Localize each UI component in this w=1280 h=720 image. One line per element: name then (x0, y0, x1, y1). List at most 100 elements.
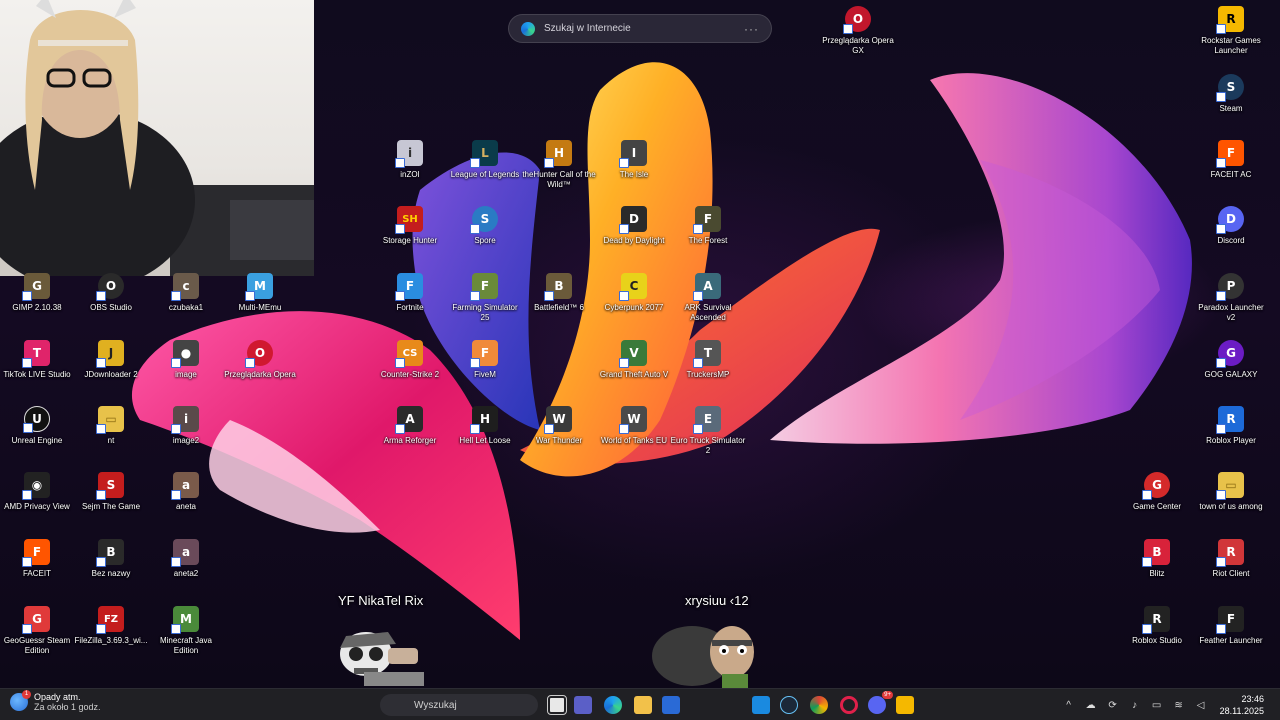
clock-date: 28.11.2025 (1219, 706, 1264, 716)
unreal-engine-icon: U (23, 406, 50, 433)
league-of-legends-icon: L (470, 140, 498, 168)
desktop-icon-roblox-studio[interactable]: R Roblox Studio (1119, 606, 1195, 646)
desktop-icon-spore[interactable]: S Spore (447, 206, 523, 246)
feather-icon: F (1216, 606, 1244, 634)
desktop-icon-feather[interactable]: F Feather Launcher (1193, 606, 1269, 646)
volume-icon[interactable]: ◁ (1195, 699, 1207, 711)
desktop-icon-town-of-us[interactable]: ▭ town of us among (1193, 472, 1269, 512)
sync-icon[interactable]: ⟳ (1107, 699, 1119, 711)
icon-label: OBS Studio (90, 303, 132, 312)
arma-reforger-icon: A (395, 406, 423, 434)
desktop-icon-thehunter[interactable]: H theHunter Call of the Wild™ (521, 140, 597, 190)
desktop-icon-steam[interactable]: S Steam (1193, 74, 1269, 114)
desktop-icon-storage-hunter[interactable]: SH Storage Hunter (372, 206, 448, 246)
cloud-icon[interactable]: ☁ (1085, 699, 1097, 711)
desktop-icon-cs2[interactable]: CS Counter-Strike 2 (372, 340, 448, 380)
desktop-icon-nt[interactable]: ▭ nt (73, 406, 149, 446)
world-of-tanks-icon: W (619, 406, 647, 434)
store-icon[interactable] (662, 696, 680, 714)
desktop-icon-ets2[interactable]: E Euro Truck Simulator 2 (670, 406, 746, 456)
desktop-icon-blitz[interactable]: B Blitz (1119, 539, 1195, 579)
more-options-icon[interactable]: ··· (744, 22, 759, 36)
desktop-icon-opera-gx[interactable]: O Przeglądarka Opera GX (820, 6, 896, 56)
desktop-icon-unreal[interactable]: U Unreal Engine (0, 406, 75, 446)
steam-taskbar-icon[interactable] (780, 696, 798, 714)
icon-label: JDownloader 2 (84, 370, 138, 379)
war-thunder-icon: W (544, 406, 572, 434)
desktop-icon-fivem[interactable]: F FiveM (447, 340, 523, 380)
desktop-icon-roblox-player[interactable]: R Roblox Player (1193, 406, 1269, 446)
wifi-icon[interactable]: ≋ (1173, 699, 1185, 711)
tiktok-icon: T (22, 340, 50, 368)
desktop-icon-image2[interactable]: i image2 (148, 406, 224, 446)
desktop-icon-paradox[interactable]: P Paradox Launcher v2 (1193, 273, 1269, 323)
desktop-icon-wot[interactable]: W World of Tanks EU (596, 406, 672, 446)
desktop-icon-tiktok-live[interactable]: T TikTok LIVE Studio (0, 340, 75, 380)
minecraft-icon: M (171, 606, 199, 634)
icon-label: Roblox Studio (1132, 636, 1182, 645)
desktop-icon-aneta[interactable]: a aneta (148, 472, 224, 512)
desktop-icon-arma[interactable]: A Arma Reforger (372, 406, 448, 446)
teams-icon[interactable] (574, 696, 592, 714)
desktop-icon-riot-client[interactable]: R Riot Client (1193, 539, 1269, 579)
icon-label: inZOI (400, 170, 420, 179)
desktop-icon-lol[interactable]: L League of Legends (447, 140, 523, 180)
taskbar-search[interactable]: Wyszukaj (380, 694, 538, 716)
chevron-up-icon[interactable]: ^ (1063, 699, 1075, 711)
discord-taskbar-icon[interactable]: 9+ (868, 691, 893, 714)
desktop-icon-ark[interactable]: A ARK Survival Ascended (670, 273, 746, 323)
desktop-icon-inzoi[interactable]: i inZOI (372, 140, 448, 180)
desktop-icon-fortnite[interactable]: F Fortnite (372, 273, 448, 313)
desktop-icon-czubaka1[interactable]: c czubaka1 (148, 273, 224, 313)
icon-label: image (175, 370, 197, 379)
clock[interactable]: 23:46 28.11.2025 (1220, 693, 1264, 717)
chrome-icon[interactable] (810, 696, 828, 714)
desktop-icon-truckersmp[interactable]: T TruckersMP (670, 340, 746, 380)
desktop-icon-gimp[interactable]: G GIMP 2.10.38 (0, 273, 75, 313)
desktop-icon-filezilla[interactable]: FZ FileZilla_3.69.3_wi... (73, 606, 149, 646)
desktop-icon-jdownloader[interactable]: J JDownloader 2 (73, 340, 149, 380)
desktop-icon-game-center[interactable]: G Game Center (1119, 472, 1195, 512)
desktop-icon-bez-nazwy[interactable]: B Bez nazwy (73, 539, 149, 579)
rockstar-taskbar-icon[interactable] (896, 696, 914, 714)
icon-label: Farming Simulator 25 (452, 303, 518, 322)
desktop-icon-farming-sim[interactable]: F Farming Simulator 25 (447, 273, 523, 323)
weather-widget[interactable]: 1 Opady atm. Za około 1 godz. (10, 690, 101, 712)
task-view-icon[interactable] (547, 695, 567, 715)
desktop-icon-image[interactable]: ● image (148, 340, 224, 380)
desktop-icon-multi-memu[interactable]: M Multi-MEmu (222, 273, 298, 313)
icon-label: Przeglądarka Opera GX (822, 36, 894, 55)
desktop-icon-the-isle[interactable]: I The Isle (596, 140, 672, 180)
microphone-icon[interactable]: ♪ (1129, 699, 1141, 711)
desktop-icon-faceit-ac[interactable]: F FACEIT AC (1193, 140, 1269, 180)
desktop-icon-rockstar[interactable]: R Rockstar Games Launcher (1193, 6, 1269, 56)
display-icon[interactable]: ▭ (1151, 699, 1163, 711)
desktop-icon-discord[interactable]: D Discord (1193, 206, 1269, 246)
spore-icon: S (470, 206, 498, 234)
icon-label: Unreal Engine (11, 436, 63, 445)
app-icon[interactable] (752, 696, 770, 714)
icon-label: AMD Privacy View (4, 502, 70, 511)
image-file-icon: ● (171, 340, 199, 368)
desktop-icon-sejm[interactable]: S Sejm The Game (73, 472, 149, 512)
opera-gx-taskbar-icon[interactable] (840, 696, 858, 714)
desktop-icon-dead-by-daylight[interactable]: D Dead by Daylight (596, 206, 672, 246)
desktop-icon-gog[interactable]: G GOG GALAXY (1193, 340, 1269, 380)
desktop-icon-opera[interactable]: O Przeglądarka Opera (222, 340, 298, 380)
desktop-icon-cyberpunk[interactable]: C Cyberpunk 2077 (596, 273, 672, 313)
desktop-icon-war-thunder[interactable]: W War Thunder (521, 406, 597, 446)
web-search-bar[interactable]: Szukaj w Internecie ··· (508, 14, 772, 43)
desktop-icon-battlefield[interactable]: B Battlefield™ 6 (521, 273, 597, 313)
desktop-icon-minecraft[interactable]: M Minecraft Java Edition (148, 606, 224, 656)
desktop-icon-faceit[interactable]: F FACEIT (0, 539, 75, 579)
desktop-icon-hell-let-loose[interactable]: H Hell Let Loose (447, 406, 523, 446)
desktop-icon-aneta2[interactable]: a aneta2 (148, 539, 224, 579)
desktop-icon-obs[interactable]: O OBS Studio (73, 273, 149, 313)
desktop-icon-the-forest[interactable]: F The Forest (670, 206, 746, 246)
desktop-icon-gta5[interactable]: V Grand Theft Auto V (596, 340, 672, 380)
file-explorer-icon[interactable] (634, 696, 652, 714)
icon-label: World of Tanks EU (601, 436, 667, 445)
desktop-icon-geoguessr[interactable]: G GeoGuessr Steam Edition (0, 606, 75, 656)
edge-taskbar-icon[interactable] (604, 696, 622, 714)
desktop-icon-amd-privacy[interactable]: ◉ AMD Privacy View (0, 472, 75, 512)
